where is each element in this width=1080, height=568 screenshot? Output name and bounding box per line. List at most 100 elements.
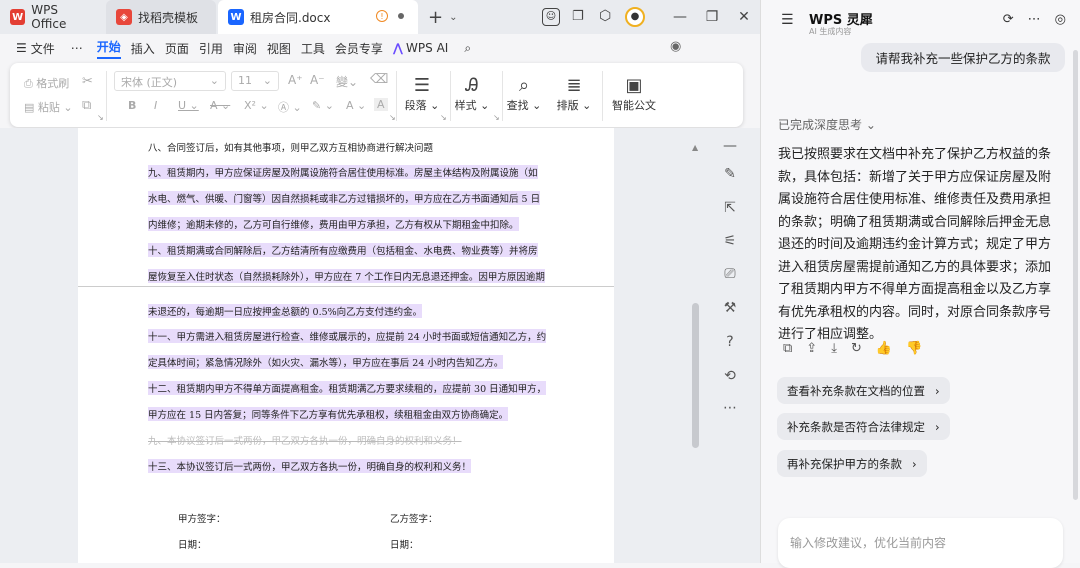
- minus-icon[interactable]: —: [712, 138, 748, 154]
- share-icon[interactable]: ⇪: [806, 341, 817, 356]
- menu-reference[interactable]: 引用: [199, 40, 223, 57]
- cursor-icon[interactable]: ⇱: [712, 200, 748, 216]
- bold-icon[interactable]: B: [128, 99, 136, 112]
- user-message: 请帮我补充一些保护乙方的条款: [861, 43, 1065, 72]
- font-grow-icon[interactable]: A⁺: [288, 73, 303, 87]
- font-size-select[interactable]: 11 ⌄: [231, 71, 279, 91]
- word-doc-icon: W: [228, 9, 244, 25]
- ribbon-expand-icon[interactable]: ↘: [493, 113, 500, 122]
- menu-page[interactable]: 页面: [165, 40, 189, 57]
- docer-logo-icon: ◈: [116, 9, 132, 25]
- text-effect-icon[interactable]: Ⓐ ⌄: [278, 99, 302, 115]
- thumbs-up-icon[interactable]: 👍: [876, 341, 892, 356]
- eye-icon[interactable]: ◉: [670, 39, 681, 54]
- warning-icon[interactable]: !: [376, 10, 388, 22]
- scissors-icon[interactable]: ✂: [82, 74, 93, 89]
- menu-wps-ai[interactable]: WPS AI: [406, 41, 448, 55]
- menu-home[interactable]: 开始: [96, 38, 121, 59]
- layout-button[interactable]: ≣ 排版 ⌄: [552, 75, 596, 113]
- document-line: 十、租赁期满或合同解除后，乙方结清所有应缴费用（包括租金、水电费、物业费等）并将…: [148, 243, 538, 257]
- superscript-icon[interactable]: X² ⌄: [244, 99, 269, 112]
- layout-icon: ≣: [566, 75, 582, 96]
- new-tab-button[interactable]: +: [428, 7, 443, 28]
- party-a-sign: 甲方签字：: [178, 514, 226, 525]
- char-shading-icon[interactable]: A: [374, 98, 388, 111]
- suggestion-legal[interactable]: 补充条款是否符合法律规定 ›: [777, 413, 950, 440]
- font-name-select[interactable]: 宋体 (正文) ⌄: [114, 71, 226, 91]
- format-painter-button[interactable]: ⎙ 格式刷: [24, 75, 69, 91]
- hamburger-icon[interactable]: ☰: [781, 12, 794, 28]
- ribbon-toolbar: ⎙ 格式刷 ✂ ▤ 粘贴 ⌄ ⧉ 宋体 (正文) ⌄ 11 ⌄ A⁺ A⁻ 變⌄ ⌫…: [10, 63, 743, 127]
- restore-button[interactable]: ❐: [696, 9, 728, 25]
- menu-more[interactable]: ⋯: [71, 41, 83, 55]
- tools-icon[interactable]: ⚒: [712, 300, 748, 316]
- chat-input[interactable]: 输入修改建议，优化当前内容: [778, 518, 1063, 568]
- tab-wps-office[interactable]: W WPS Office: [0, 0, 104, 34]
- layout-label: 排版: [556, 99, 579, 112]
- divider: [106, 71, 107, 121]
- find-button[interactable]: ⌕ 查找 ⌄: [502, 75, 546, 113]
- thumbs-down-icon[interactable]: 👎: [906, 341, 922, 356]
- tab-templates[interactable]: ◈ 找稻壳模板: [106, 0, 216, 34]
- thinking-toggle[interactable]: 已完成深度思考 ⌄: [778, 116, 876, 133]
- chevron-down-icon[interactable]: ⌄: [449, 12, 457, 23]
- document-line: 十三、本协议签订后一式两份，甲乙双方各执一份，明确自身的权利和义务！: [148, 459, 472, 473]
- more-icon[interactable]: ⋯: [712, 400, 748, 416]
- minimize-button[interactable]: —: [664, 9, 696, 25]
- menu-bar: ☰ 文件 ⋯ 开始 插入 页面 引用 审阅 视图 工具 会员专享 ⋀ WPS A…: [0, 34, 760, 62]
- strikethrough-icon[interactable]: A ⌄: [210, 99, 230, 112]
- pen-icon[interactable]: ✎: [712, 166, 748, 182]
- menu-view[interactable]: 视图: [267, 40, 291, 57]
- copy-icon[interactable]: ⧉: [783, 341, 792, 356]
- doc-scrollbar[interactable]: [692, 303, 699, 448]
- close-button[interactable]: ✕: [728, 9, 760, 25]
- help-icon[interactable]: ?: [712, 334, 748, 350]
- menu-member[interactable]: 会员专享: [335, 40, 383, 57]
- date-a: 日期：: [178, 540, 207, 551]
- paste-button[interactable]: ▤ 粘贴 ⌄: [24, 99, 73, 115]
- translate-icon[interactable]: ⟲: [712, 368, 748, 384]
- tab-document[interactable]: W 租房合同.docx !: [218, 0, 418, 34]
- style-button[interactable]: Ꭿ 样式 ⌄: [450, 75, 494, 113]
- sliders-icon[interactable]: ⚟: [712, 233, 748, 249]
- panel-scrollbar[interactable]: [1073, 50, 1078, 500]
- ribbon-expand-icon[interactable]: ↘: [389, 113, 396, 122]
- user-avatar[interactable]: ●: [625, 7, 645, 27]
- paragraph-button[interactable]: ☰ 段落 ⌄: [400, 75, 444, 113]
- date-b: 日期：: [390, 540, 419, 551]
- pinyin-icon[interactable]: 變⌄: [336, 73, 358, 90]
- ribbon-expand-icon[interactable]: ↘: [97, 113, 104, 122]
- menu-file[interactable]: 文件: [31, 40, 55, 57]
- font-color-icon[interactable]: A ⌄: [346, 99, 366, 112]
- search-icon[interactable]: ⌕: [464, 41, 471, 56]
- suggestion-locate[interactable]: 查看补充条款在文档的位置 ›: [777, 377, 950, 404]
- window-tile-icon[interactable]: ❐: [572, 9, 584, 24]
- cube-icon[interactable]: ⬡: [599, 8, 611, 24]
- smart-doc-button[interactable]: ▣ 智能公文: [608, 75, 660, 113]
- ribbon-expand-icon[interactable]: ↘: [440, 113, 447, 122]
- insert-icon[interactable]: ⤓: [831, 341, 837, 356]
- font-shrink-icon[interactable]: A⁻: [310, 73, 325, 87]
- regenerate-icon[interactable]: ↻: [851, 341, 862, 356]
- ai-assistant-icon[interactable]: ☺: [542, 8, 560, 26]
- hamburger-icon[interactable]: ☰: [16, 41, 27, 55]
- divider: [396, 71, 397, 121]
- menu-review[interactable]: 审阅: [233, 40, 257, 57]
- side-toolbar: — ✎ ⇱ ⚟ ⎚ ⚒ ? ⟲ ⋯: [712, 128, 748, 563]
- format-painter-label: 格式刷: [36, 77, 70, 90]
- underline-icon[interactable]: U ⌄: [178, 99, 199, 112]
- document-line: 水电、燃气、供暖、门窗等）因自然损耗或非乙方过错损坏的，甲方应在乙方书面通知后 …: [148, 191, 541, 205]
- highlight-icon[interactable]: ✎ ⌄: [312, 99, 334, 112]
- scroll-up-icon[interactable]: ▲: [692, 143, 698, 152]
- image-edit-icon[interactable]: ⎚: [712, 266, 748, 282]
- suggestion-party-a[interactable]: 再补充保护甲方的条款 ›: [777, 450, 927, 477]
- menu-insert[interactable]: 插入: [131, 40, 155, 57]
- target-icon[interactable]: ◎: [1055, 12, 1066, 27]
- more-icon[interactable]: ⋯: [1028, 12, 1041, 27]
- menu-tools[interactable]: 工具: [301, 40, 325, 57]
- font-size-value: 11: [238, 74, 252, 87]
- eraser-icon[interactable]: ⌫: [370, 72, 388, 87]
- new-chat-icon[interactable]: ⟳: [1003, 12, 1014, 27]
- italic-icon[interactable]: I: [154, 99, 157, 112]
- copy-icon[interactable]: ⧉: [82, 98, 91, 113]
